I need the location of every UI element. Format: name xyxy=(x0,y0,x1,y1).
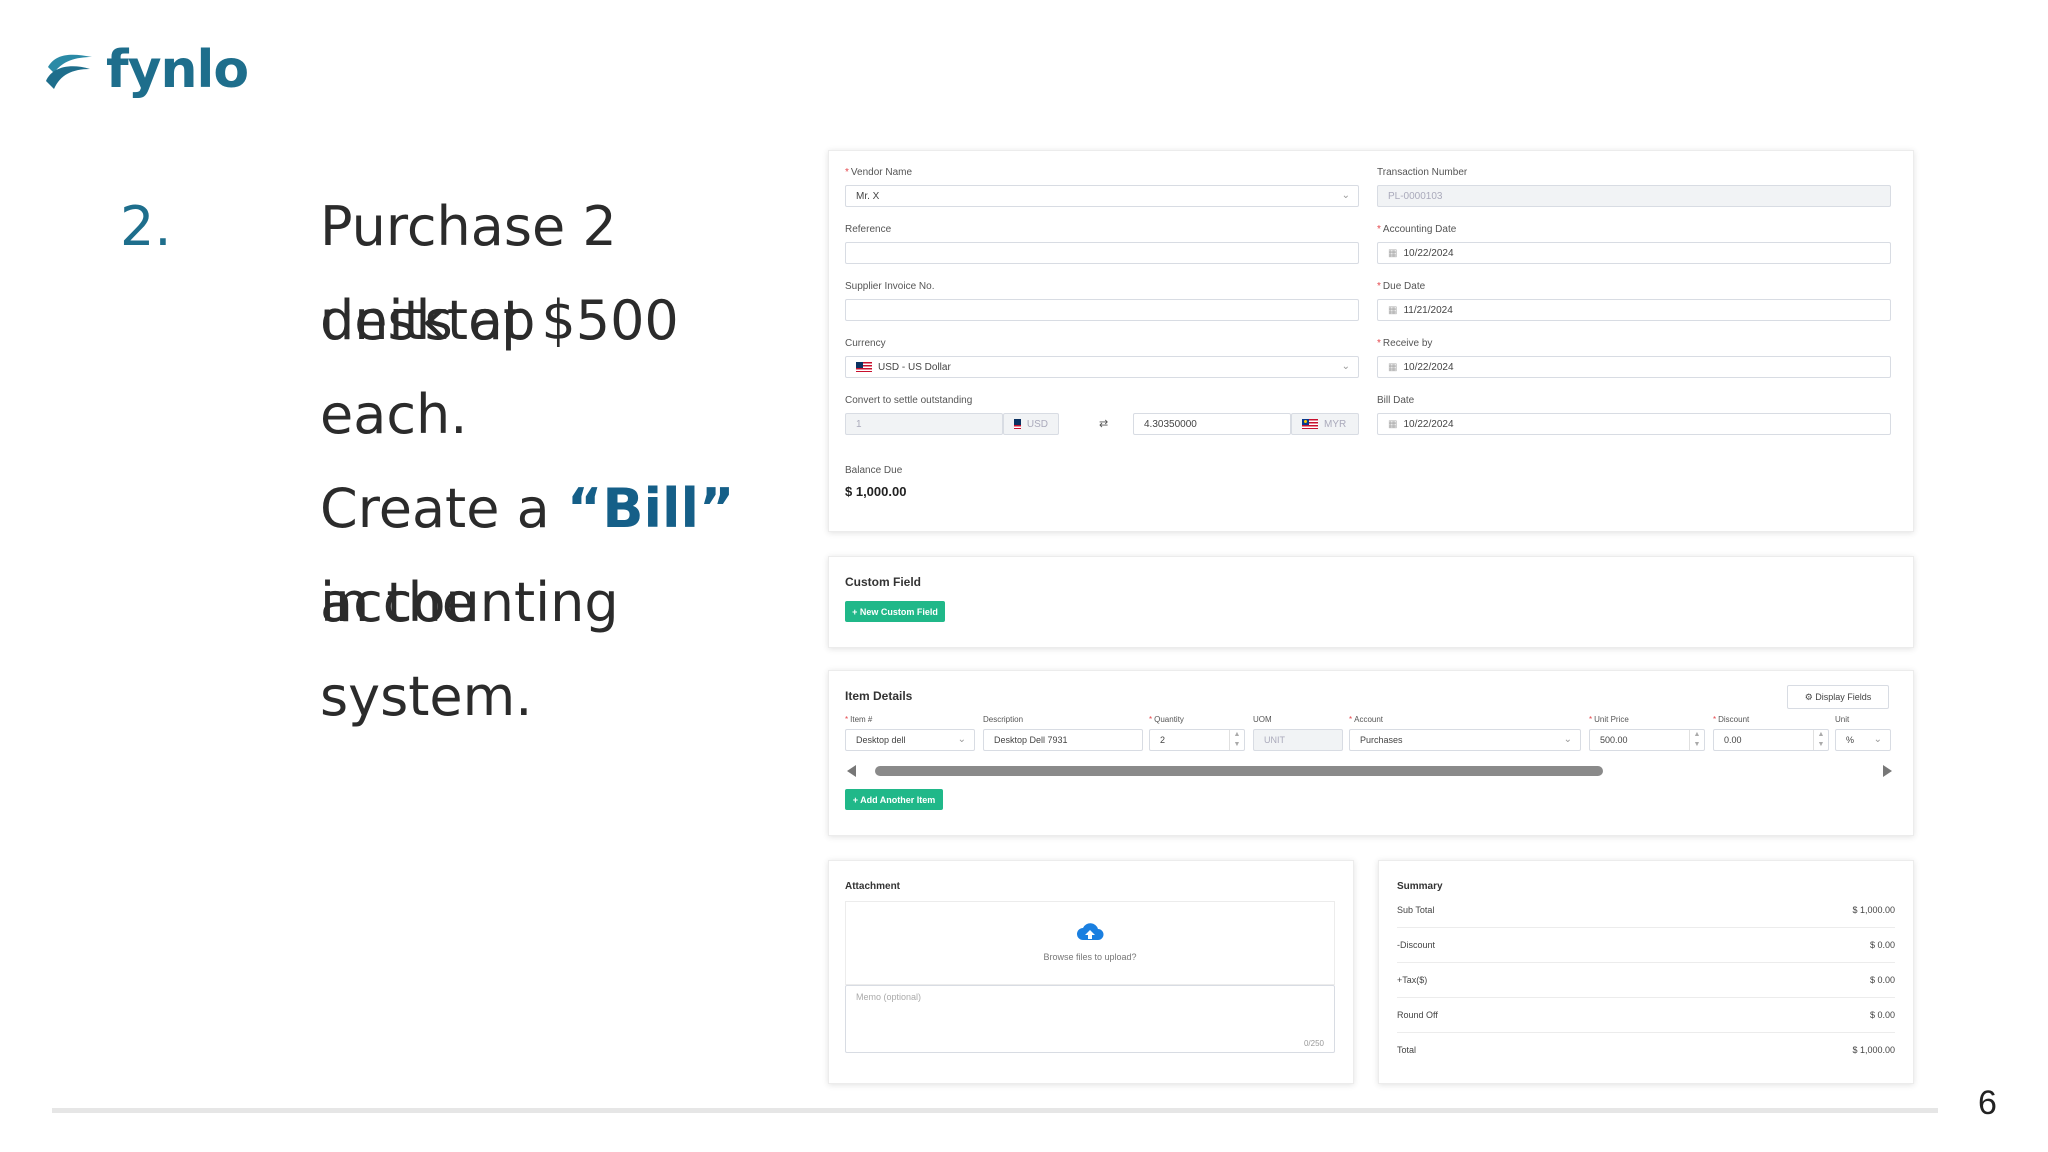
col-account-label: * Account xyxy=(1349,715,1384,724)
slide-line-2: units at $500 each. xyxy=(320,289,679,446)
vendor-name-select[interactable]: Mr. X ⌄ xyxy=(845,185,1359,207)
bill-date-label: Bill Date xyxy=(1377,395,1415,406)
chevron-down-icon: ⌄ xyxy=(1563,734,1572,745)
calendar-icon: ▦ xyxy=(1388,247,1398,259)
scroll-right-icon[interactable] xyxy=(1883,765,1892,777)
supplier-invoice-label: Supplier Invoice No. xyxy=(845,281,935,292)
balance-due-value: $ 1,000.00 xyxy=(845,484,907,499)
receive-by-picker[interactable]: ▦ 10/22/2024 xyxy=(1377,356,1891,378)
item-details-panel: Item Details ⚙ Display Fields * Item # De… xyxy=(828,670,1914,836)
col-quantity-label: * Quantity xyxy=(1149,715,1184,724)
attachment-title: Attachment xyxy=(845,881,901,892)
custom-field-panel: Custom Field + New Custom Field xyxy=(828,556,1914,648)
stepper-arrows-icon[interactable]: ▲ ▼ xyxy=(1689,730,1704,750)
memo-counter: 0/250 xyxy=(1303,1039,1324,1048)
bill-keyword: “Bill” xyxy=(566,477,735,540)
stepper-arrows-icon[interactable]: ▲ ▼ xyxy=(1813,730,1828,750)
col-unit-label: Unit xyxy=(1835,715,1850,724)
new-custom-field-button[interactable]: + New Custom Field xyxy=(845,601,945,622)
step-number: 2. xyxy=(120,195,172,258)
upload-dropzone[interactable]: Browse files to upload? xyxy=(845,901,1335,985)
swap-icon[interactable]: ⇄ xyxy=(1099,417,1108,430)
summary-row-tax: +Tax($) $ 0.00 xyxy=(1397,963,1895,998)
custom-field-title: Custom Field xyxy=(845,575,922,589)
calendar-icon: ▦ xyxy=(1388,361,1398,373)
my-flag-icon xyxy=(1302,419,1318,429)
memo-placeholder: Memo (optional) xyxy=(856,992,922,1002)
us-flag-icon xyxy=(1014,419,1021,429)
scroll-left-icon[interactable] xyxy=(847,765,856,777)
reference-input[interactable] xyxy=(845,242,1359,264)
fynlo-logo: fynlo xyxy=(42,40,249,100)
summary-panel: Summary Sub Total $ 1,000.00 -Discount $ 0… xyxy=(1378,860,1914,1084)
footer-rule xyxy=(52,1108,1938,1113)
col-unit-price-label: * Unit Price xyxy=(1589,715,1629,724)
memo-textarea[interactable]: Memo (optional) 0/250 xyxy=(845,985,1335,1053)
col-uom-label: UOM xyxy=(1253,715,1272,724)
chevron-down-icon: ⌄ xyxy=(1341,361,1350,372)
accounting-date-label: * Accounting Date xyxy=(1377,224,1457,235)
summary-row-discount: -Discount $ 0.00 xyxy=(1397,928,1895,963)
display-fields-button[interactable]: ⚙ Display Fields xyxy=(1787,685,1889,709)
currency-label: Currency xyxy=(845,338,886,349)
balance-due-label: Balance Due xyxy=(845,465,903,476)
bill-date-picker[interactable]: ▦ 10/22/2024 xyxy=(1377,413,1891,435)
fynlo-wave-icon xyxy=(46,54,92,89)
summary-row-roundoff: Round Off $ 0.00 xyxy=(1397,998,1895,1033)
slide-line-4: accounting system. xyxy=(320,571,619,728)
convert-to-currency: MYR xyxy=(1291,413,1359,435)
account-select[interactable]: Purchases ⌄ xyxy=(1349,729,1581,751)
stepper-arrows-icon[interactable]: ▲ ▼ xyxy=(1229,730,1244,750)
col-description-label: Description xyxy=(983,715,1024,724)
supplier-invoice-input[interactable] xyxy=(845,299,1359,321)
brand-name: fynlo xyxy=(106,40,249,100)
bill-form-panel: * Vendor Name Mr. X ⌄ Transaction Number P… xyxy=(828,150,1914,532)
convert-label: Convert to settle outstanding xyxy=(845,395,973,406)
summary-row-subtotal: Sub Total $ 1,000.00 xyxy=(1397,893,1895,928)
vendor-name-label: * Vendor Name xyxy=(845,167,913,178)
uom-field: UNIT xyxy=(1253,729,1343,751)
upload-text: Browse files to upload? xyxy=(1043,952,1137,962)
due-date-label: * Due Date xyxy=(1377,281,1426,292)
page-number: 6 xyxy=(1978,1084,1997,1122)
item-details-title: Item Details xyxy=(845,689,913,703)
discount-stepper[interactable]: 0.00 ▲ ▼ xyxy=(1713,729,1829,751)
col-item-label: * Item # xyxy=(845,715,873,724)
add-another-item-button[interactable]: + Add Another Item xyxy=(845,789,943,810)
chevron-down-icon: ⌄ xyxy=(1341,190,1350,201)
item-select[interactable]: Desktop dell ⌄ xyxy=(845,729,975,751)
summary-title: Summary xyxy=(1397,881,1443,892)
receive-by-label: * Receive by xyxy=(1377,338,1433,349)
chevron-down-icon: ⌄ xyxy=(1873,734,1882,745)
calendar-icon: ▦ xyxy=(1388,418,1398,430)
cloud-upload-icon xyxy=(1077,923,1104,940)
us-flag-icon xyxy=(856,362,872,372)
description-input[interactable]: Desktop Dell 7931 xyxy=(983,729,1143,751)
summary-row-total: Total $ 1,000.00 xyxy=(1397,1045,1895,1055)
unit-price-stepper[interactable]: 500.00 ▲ ▼ xyxy=(1589,729,1705,751)
unit-select[interactable]: % ⌄ xyxy=(1835,729,1891,751)
slide-line-3-pre: Create a xyxy=(320,477,567,540)
reference-label: Reference xyxy=(845,224,892,235)
convert-rate-input[interactable]: 4.30350000 xyxy=(1133,413,1291,435)
chevron-down-icon: ⌄ xyxy=(957,734,966,745)
quantity-stepper[interactable]: 2 ▲ ▼ xyxy=(1149,729,1245,751)
convert-from-currency: USD xyxy=(1003,413,1059,435)
transaction-number-label: Transaction Number xyxy=(1377,167,1468,178)
due-date-picker[interactable]: ▦ 11/21/2024 xyxy=(1377,299,1891,321)
calendar-icon: ▦ xyxy=(1388,304,1398,316)
horizontal-scrollbar[interactable] xyxy=(875,766,1603,776)
convert-from-input: 1 xyxy=(845,413,1003,435)
attachment-panel: Attachment Browse files to upload? Memo … xyxy=(828,860,1354,1084)
accounting-date-picker[interactable]: ▦ 10/22/2024 xyxy=(1377,242,1891,264)
currency-select[interactable]: USD - US Dollar ⌄ xyxy=(845,356,1359,378)
col-discount-label: * Discount xyxy=(1713,715,1750,724)
transaction-number-field: PL-0000103 xyxy=(1377,185,1891,207)
